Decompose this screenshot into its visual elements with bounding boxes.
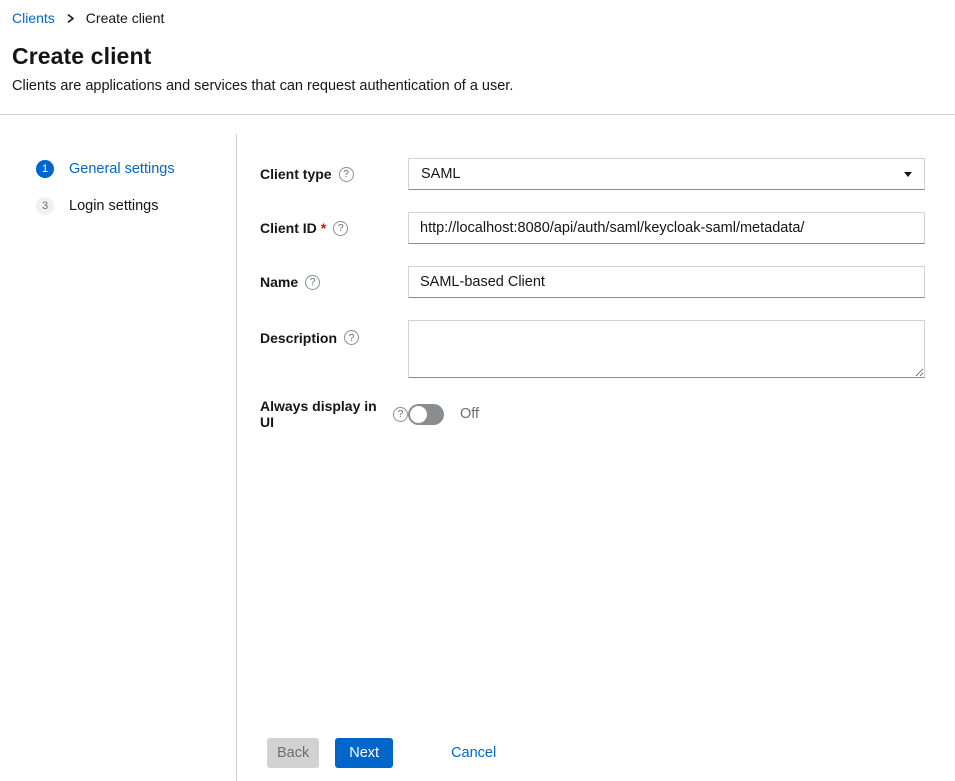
- client-type-label-group: Client type ?: [260, 158, 408, 190]
- always-display-label-group: Always display in UI ?: [260, 398, 408, 430]
- toggle-state-label: Off: [460, 406, 479, 422]
- next-button[interactable]: Next: [335, 738, 393, 768]
- help-icon[interactable]: ?: [344, 330, 359, 345]
- name-label: Name: [260, 274, 298, 290]
- step-number-badge: 3: [36, 197, 54, 215]
- cancel-button[interactable]: Cancel: [439, 738, 508, 768]
- description-label-group: Description ?: [260, 320, 408, 378]
- client-id-row: Client ID * ?: [260, 212, 926, 244]
- breadcrumb: Clients Create client: [12, 11, 943, 25]
- wizard-step-login-settings[interactable]: 3 Login settings: [36, 197, 237, 215]
- breadcrumb-clients-link[interactable]: Clients: [12, 11, 55, 25]
- client-id-input[interactable]: [408, 212, 925, 244]
- client-type-control: SAML: [408, 158, 925, 190]
- help-icon[interactable]: ?: [305, 275, 320, 290]
- description-textarea[interactable]: [408, 320, 925, 378]
- wizard-footer: Back Next Cancel: [267, 738, 508, 768]
- chevron-right-icon: [66, 14, 75, 23]
- description-row: Description ?: [260, 320, 926, 378]
- always-display-label: Always display in UI: [260, 398, 386, 430]
- client-type-select[interactable]: SAML: [408, 158, 925, 190]
- client-id-label-group: Client ID * ?: [260, 212, 408, 244]
- wizard-step-nav: 1 General settings 3 Login settings: [0, 115, 237, 781]
- client-type-row: Client type ? SAML: [260, 158, 926, 190]
- name-row: Name ?: [260, 266, 926, 298]
- create-client-page: Clients Create client Create client Clie…: [0, 0, 955, 781]
- wizard-step-general-settings[interactable]: 1 General settings: [36, 160, 237, 178]
- help-icon[interactable]: ?: [333, 221, 348, 236]
- step-label: General settings: [69, 161, 175, 177]
- description-label: Description: [260, 330, 337, 346]
- required-asterisk: *: [321, 220, 326, 236]
- client-id-label: Client ID: [260, 220, 317, 236]
- always-display-toggle[interactable]: [408, 404, 444, 425]
- client-type-selected-value: SAML: [421, 166, 461, 182]
- page-title: Create client: [12, 45, 943, 68]
- always-display-row: Always display in UI ? Off: [260, 398, 926, 430]
- description-control: [408, 320, 925, 378]
- page-subtitle: Clients are applications and services th…: [12, 78, 943, 94]
- general-settings-form: Client type ? SAML Client ID * ?: [237, 115, 955, 781]
- wizard-content: 1 General settings 3 Login settings Clie…: [0, 115, 955, 781]
- back-button[interactable]: Back: [267, 738, 319, 768]
- always-display-control: Off: [408, 398, 925, 430]
- step-label: Login settings: [69, 198, 158, 214]
- toggle-knob-icon: [410, 406, 427, 423]
- step-number-badge: 1: [36, 160, 54, 178]
- name-control: [408, 266, 925, 298]
- client-type-label: Client type: [260, 166, 332, 182]
- client-id-control: [408, 212, 925, 244]
- page-header: Clients Create client Create client Clie…: [0, 0, 955, 115]
- help-icon[interactable]: ?: [339, 167, 354, 182]
- help-icon[interactable]: ?: [393, 407, 408, 422]
- name-input[interactable]: [408, 266, 925, 298]
- breadcrumb-current: Create client: [86, 11, 165, 25]
- caret-down-icon: [904, 172, 912, 177]
- name-label-group: Name ?: [260, 266, 408, 298]
